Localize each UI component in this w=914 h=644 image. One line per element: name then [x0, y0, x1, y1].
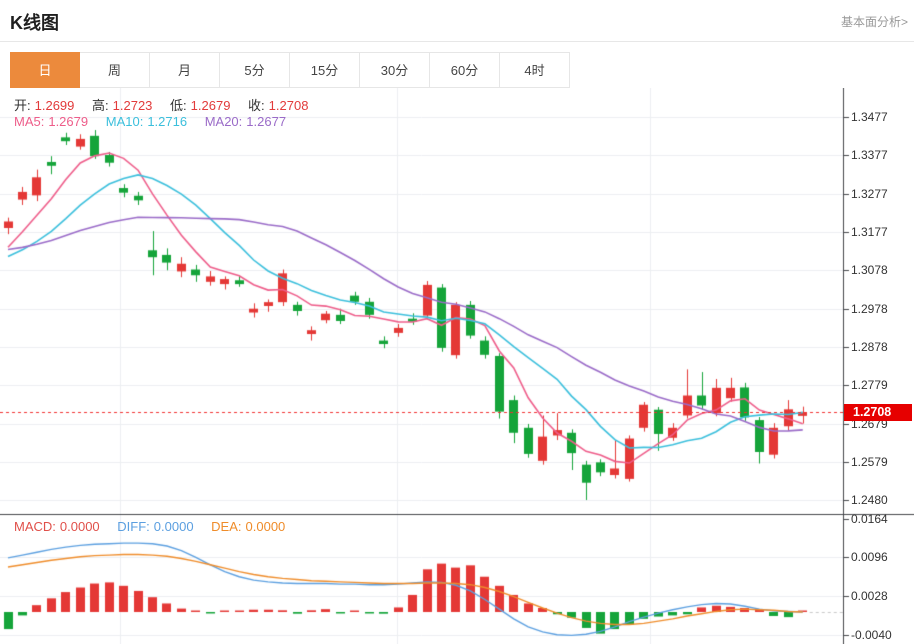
page-title: K线图 — [10, 9, 59, 35]
candlestick-chart-canvas[interactable] — [0, 88, 914, 644]
current-price-tag: 1.2708 — [844, 404, 912, 421]
tab-week[interactable]: 周 — [80, 52, 150, 88]
kline-widget: K线图 基本面分析> 日 周 月 5分 15分 30分 60分 4时 开:1.2… — [0, 0, 914, 644]
tab-60min[interactable]: 60分 — [430, 52, 500, 88]
fundamental-analysis-link[interactable]: 基本面分析> — [841, 13, 908, 30]
tab-15min[interactable]: 15分 — [290, 52, 360, 88]
widget-header: K线图 基本面分析> — [0, 0, 914, 42]
tab-month[interactable]: 月 — [150, 52, 220, 88]
tab-5min[interactable]: 5分 — [220, 52, 290, 88]
tab-4hour[interactable]: 4时 — [500, 52, 570, 88]
tab-day[interactable]: 日 — [10, 52, 80, 88]
timeframe-tabs: 日 周 月 5分 15分 30分 60分 4时 — [10, 52, 570, 88]
tab-30min[interactable]: 30分 — [360, 52, 430, 88]
